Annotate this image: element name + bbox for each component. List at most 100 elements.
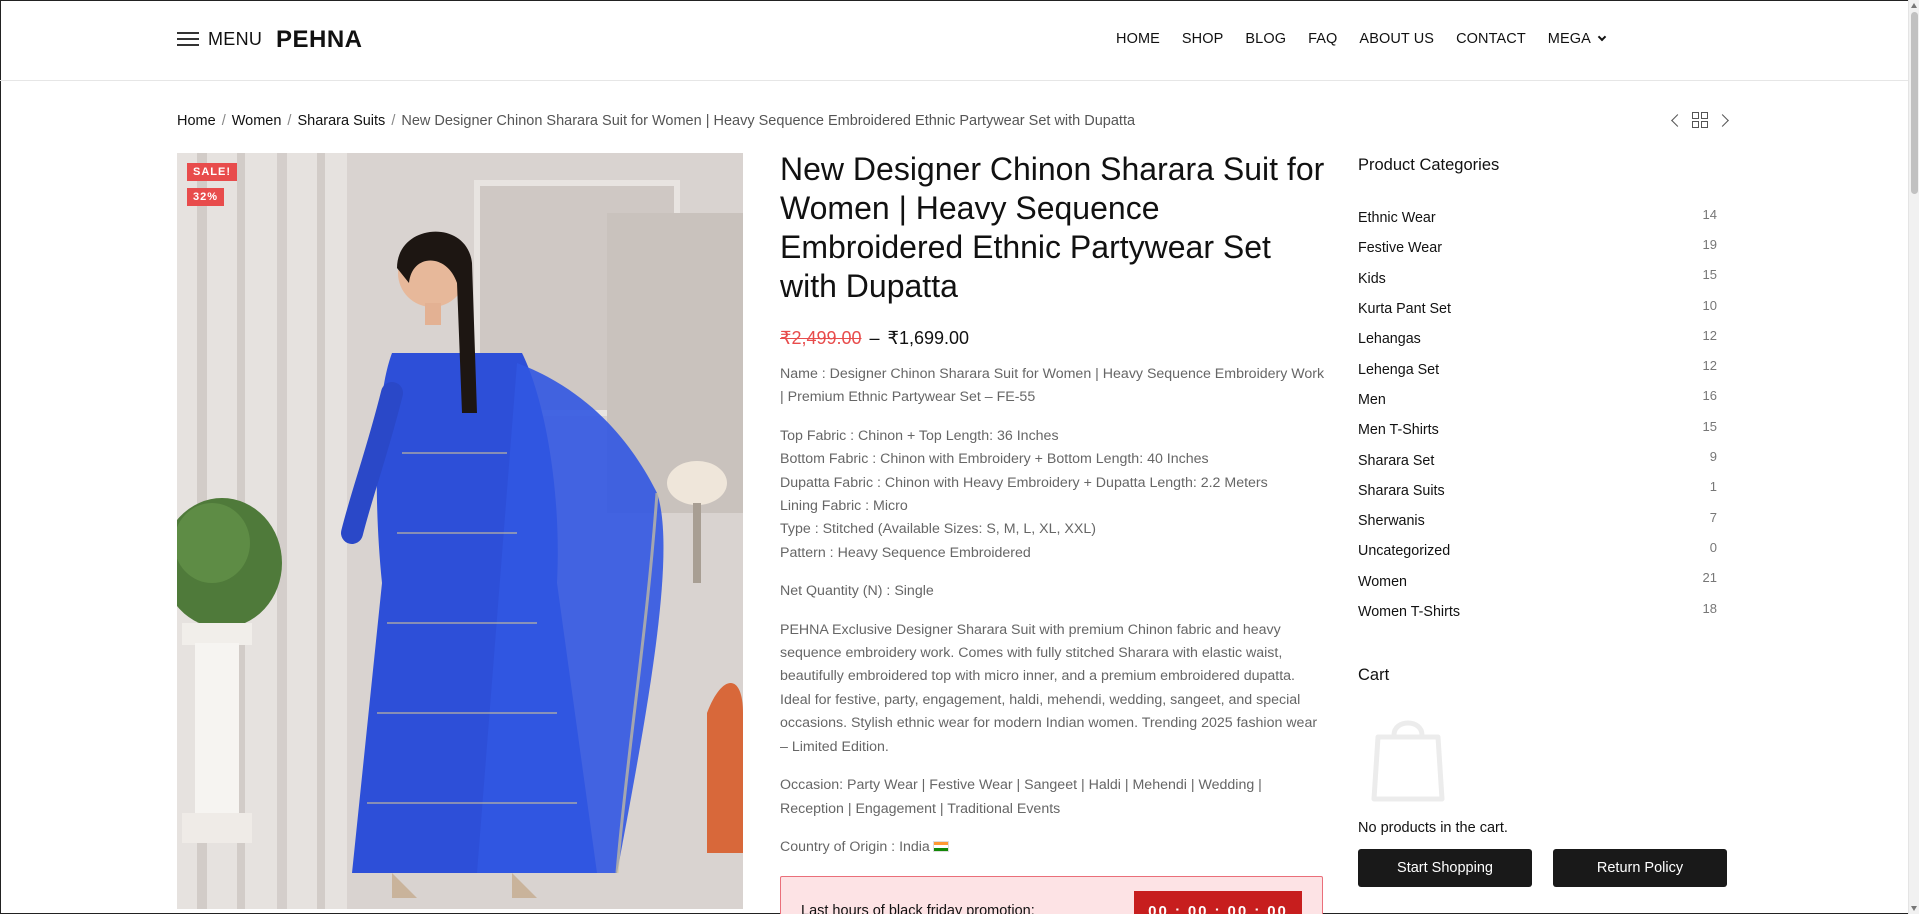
category-item[interactable]: Uncategorized 0 (1358, 536, 1718, 566)
category-name[interactable]: Kids (1358, 271, 1386, 287)
category-count: 14 (1702, 206, 1717, 222)
nav-blog[interactable]: BLOG (1245, 31, 1286, 47)
desc-about: PEHNA Exclusive Designer Sharara Suit wi… (780, 621, 1318, 755)
nav-about-us[interactable]: ABOUT US (1359, 31, 1434, 47)
countdown-hours: 00 (1187, 902, 1209, 914)
start-shopping-button[interactable]: Start Shopping (1358, 849, 1532, 887)
category-name[interactable]: Sharara Set (1358, 453, 1434, 469)
breadcrumb-current: New Designer Chinon Sharara Suit for Wom… (401, 113, 1136, 129)
chevron-right-icon[interactable] (1716, 113, 1729, 127)
spec-bottom-fabric: Bottom Fabric : Chinon with Embroidery +… (780, 451, 1209, 468)
vertical-scrollbar[interactable] (1908, 0, 1919, 914)
category-count: 21 (1702, 570, 1717, 586)
menu-toggle[interactable]: MENU (177, 29, 262, 50)
category-list: Ethnic Wear 14 Festive Wear 19 Kids 15 Kurt… (1358, 203, 1728, 627)
grid-icon[interactable] (1692, 112, 1708, 128)
category-count: 9 (1709, 449, 1717, 465)
desc-specs: Top Fabric : Chinon + Top Length: 36 Inc… (780, 425, 1325, 565)
hamburger-icon (177, 32, 199, 47)
countdown-separator: : (1254, 902, 1262, 914)
chevron-left-icon[interactable] (1671, 113, 1684, 127)
category-item[interactable]: Women T-Shirts 18 (1358, 597, 1718, 627)
product-price: ₹2,499.00 – ₹1,699.00 (780, 328, 1325, 349)
price-original: ₹2,499.00 (780, 328, 862, 348)
countdown-minutes: 00 (1227, 902, 1249, 914)
category-count: 15 (1702, 267, 1717, 283)
category-item[interactable]: Kurta Pant Set 10 (1358, 294, 1718, 324)
category-name[interactable]: Sharara Suits (1358, 483, 1445, 499)
breadcrumb: Home / Women / Sharara Suits / New Designer Ch… (177, 113, 1135, 129)
spec-pattern: Pattern : Heavy Sequence Embroidered (780, 544, 1031, 561)
category-name[interactable]: Lehangas (1358, 331, 1421, 347)
category-item[interactable]: Men 16 (1358, 385, 1718, 415)
desc-name: Name : Designer Chinon Sharara Suit for … (780, 366, 1325, 406)
chevron-down-icon (1597, 32, 1607, 42)
category-count: 18 (1702, 600, 1717, 616)
category-count: 10 (1702, 297, 1717, 313)
category-name[interactable]: Festive Wear (1358, 240, 1442, 256)
breadcrumb-separator: / (221, 113, 226, 129)
site-header: MENU PEHNA HOME SHOP BLOG FAQ ABOUT US C… (0, 0, 1908, 81)
countdown-days: 00 (1148, 902, 1169, 914)
breadcrumb-home[interactable]: Home (177, 113, 216, 129)
shopping-bag-icon (1371, 720, 1445, 802)
sale-badge: SALE! (187, 163, 237, 181)
category-item[interactable]: Ethnic Wear 14 (1358, 203, 1718, 233)
category-name[interactable]: Men (1358, 392, 1386, 408)
nav-mega[interactable]: MEGA (1548, 31, 1607, 47)
category-item[interactable]: Sherwanis 7 (1358, 506, 1718, 536)
countdown-seconds: 00 (1267, 902, 1288, 914)
promo-countdown: 00 : 00 : 00 : 00 (1134, 891, 1302, 914)
scroll-down-arrow-icon[interactable] (1911, 906, 1917, 911)
promo-banner: Last hours of black friday promotion: 00… (780, 876, 1323, 914)
desc-occasion: Occasion: Party Wear | Festive Wear | Sa… (780, 777, 1262, 817)
spec-top-fabric: Top Fabric : Chinon + Top Length: 36 Inc… (780, 427, 1059, 444)
category-name[interactable]: Men T-Shirts (1358, 422, 1439, 438)
nav-home[interactable]: HOME (1116, 31, 1160, 47)
breadcrumb-women[interactable]: Women (232, 113, 282, 129)
cart-title: Cart (1358, 666, 1390, 684)
category-item[interactable]: Men T-Shirts 15 (1358, 415, 1718, 445)
category-item[interactable]: Sharara Set 9 (1358, 445, 1718, 475)
product-image[interactable]: SALE! 32% (177, 153, 743, 909)
return-policy-button[interactable]: Return Policy (1553, 849, 1727, 887)
category-name[interactable]: Lehenga Set (1358, 362, 1439, 378)
category-count: 19 (1702, 236, 1717, 252)
category-item[interactable]: Festive Wear 19 (1358, 233, 1718, 263)
discount-badge: 32% (187, 188, 225, 206)
site-logo[interactable]: PEHNA (276, 26, 363, 54)
desc-origin-row: Country of Origin : India (780, 836, 1325, 859)
category-item[interactable]: Lehenga Set 12 (1358, 354, 1718, 384)
category-item[interactable]: Sharara Suits 1 (1358, 476, 1718, 506)
product-title: New Designer Chinon Sharara Suit for Wom… (780, 151, 1325, 304)
spec-dupatta-fabric: Dupatta Fabric : Chinon with Heavy Embro… (780, 474, 1268, 491)
category-name[interactable]: Uncategorized (1358, 543, 1450, 559)
breadcrumb-sharara-suits[interactable]: Sharara Suits (297, 113, 385, 129)
nav-contact[interactable]: CONTACT (1456, 31, 1526, 47)
breadcrumb-separator: / (287, 113, 292, 129)
category-name[interactable]: Kurta Pant Set (1358, 301, 1451, 317)
cart-empty-message: No products in the cart. (1358, 820, 1508, 836)
category-name[interactable]: Women (1358, 574, 1407, 590)
spec-lining: Lining Fabric : Micro (780, 498, 908, 515)
category-item[interactable]: Women 21 (1358, 567, 1718, 597)
nav-faq[interactable]: FAQ (1308, 31, 1337, 47)
category-item[interactable]: Lehangas 12 (1358, 324, 1718, 354)
category-item[interactable]: Kids 15 (1358, 264, 1718, 294)
categories-title: Product Categories (1358, 156, 1500, 174)
desc-net-quantity: Net Quantity (N) : Single (780, 583, 934, 600)
product-summary: New Designer Chinon Sharara Suit for Wom… (780, 150, 1325, 874)
scroll-up-arrow-icon[interactable] (1911, 3, 1917, 8)
india-flag-icon (932, 840, 949, 852)
product-photo-illustration (177, 153, 743, 909)
category-name[interactable]: Ethnic Wear (1358, 210, 1436, 226)
scrollbar-thumb[interactable] (1911, 12, 1918, 194)
category-name[interactable]: Sherwanis (1358, 513, 1425, 529)
category-name[interactable]: Women T-Shirts (1358, 604, 1460, 620)
category-count: 12 (1702, 327, 1717, 343)
price-separator: – (869, 328, 880, 348)
breadcrumb-separator: / (391, 113, 396, 129)
category-count: 15 (1702, 418, 1717, 434)
nav-shop[interactable]: SHOP (1182, 31, 1224, 47)
category-count: 0 (1709, 539, 1717, 555)
